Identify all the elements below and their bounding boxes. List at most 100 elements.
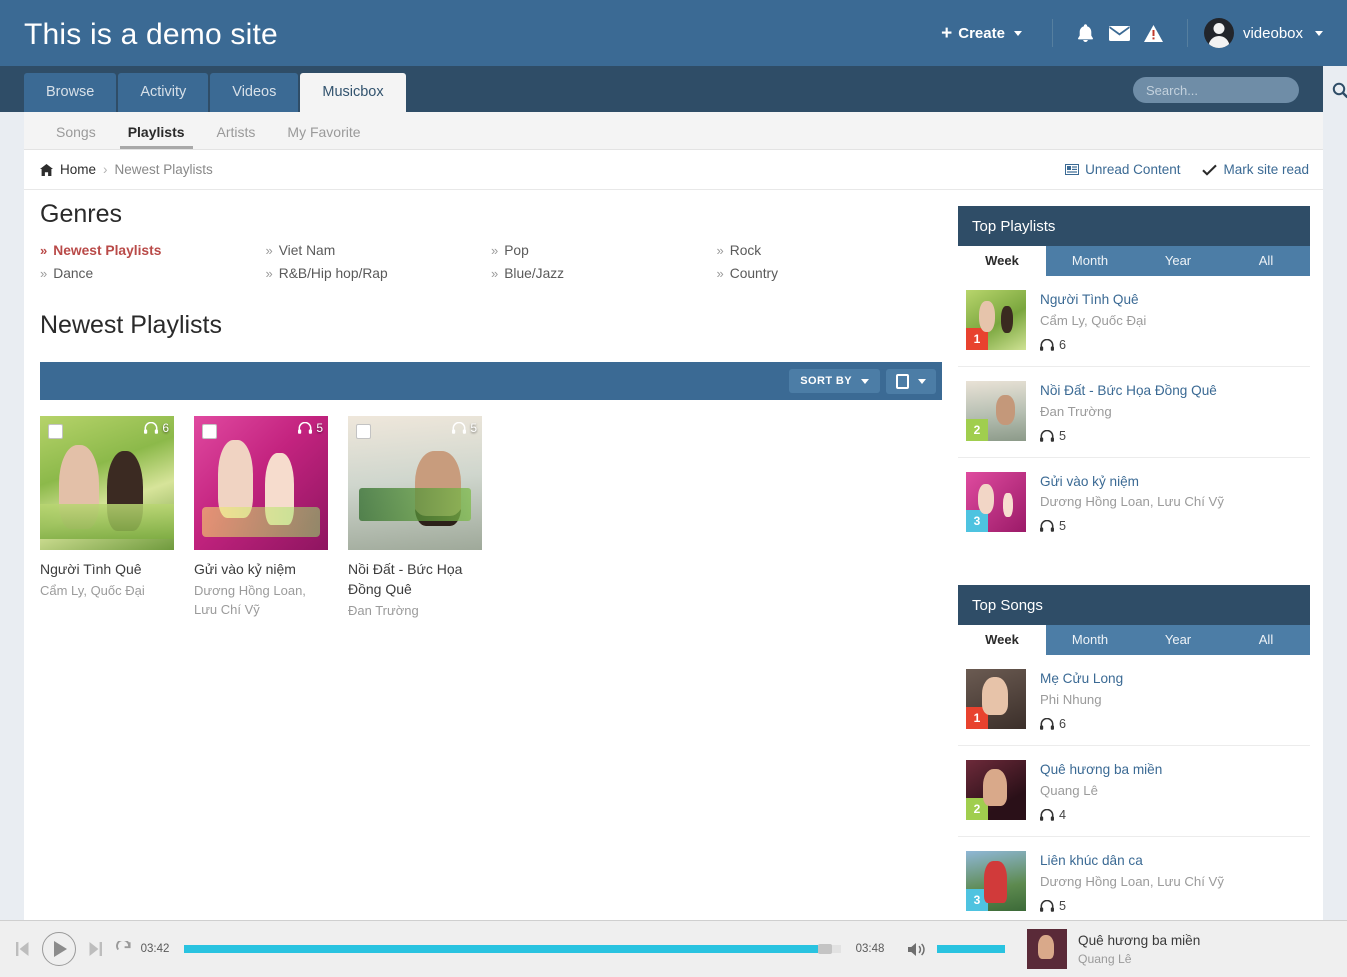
playlist-thumbnail[interactable]: 2	[966, 381, 1026, 441]
warning-icon[interactable]	[1137, 18, 1171, 48]
genre-blue-jazz[interactable]: » Blue/Jazz	[491, 266, 717, 281]
subtab-songs[interactable]: Songs	[40, 124, 112, 149]
breadcrumb-home[interactable]: Home	[60, 162, 96, 177]
play-icon[interactable]	[42, 932, 76, 966]
create-button[interactable]: + Create	[941, 24, 1036, 43]
volume-slider[interactable]	[937, 945, 1005, 953]
playlist-title[interactable]: Gửi vào kỷ niệm	[194, 560, 328, 580]
tab-week[interactable]: Week	[958, 625, 1046, 655]
play-count: 6	[1059, 717, 1066, 731]
now-playing-thumbnail	[1027, 929, 1067, 969]
genre-label: Rock	[730, 243, 761, 258]
play-count-badge: 6	[1040, 338, 1146, 352]
playlist-card[interactable]: 5 Gửi vào kỷ niệm Dương Hồng Loan, Lưu C…	[194, 416, 328, 621]
genre-country[interactable]: » Country	[717, 266, 943, 281]
play-count: 4	[1059, 808, 1066, 822]
subtab-artists[interactable]: Artists	[201, 124, 272, 149]
song-thumbnail[interactable]: 1	[966, 669, 1026, 729]
list-item[interactable]: 1 Người Tình Quê Cẩm Ly, Quốc Đại 6	[958, 276, 1310, 367]
search-input[interactable]	[1133, 83, 1332, 98]
song-title[interactable]: Quê hương ba miền	[1040, 761, 1162, 779]
song-title[interactable]: Mẹ Cửu Long	[1040, 670, 1123, 688]
select-checkbox[interactable]	[202, 424, 217, 439]
playlist-title[interactable]: Nồi Đất - Bức Họa Đồng Quê	[1040, 382, 1217, 400]
prev-icon[interactable]	[16, 942, 29, 956]
angle-icon: »	[40, 266, 47, 281]
playlist-card[interactable]: 5 Nồi Đất - Bức Họa Đồng Quê Đan Trường	[348, 416, 482, 621]
playlist-thumbnail[interactable]: 5	[194, 416, 328, 550]
list-item[interactable]: 2 Nồi Đất - Bức Họa Đồng Quê Đan Trường …	[958, 367, 1310, 458]
user-menu[interactable]: videobox	[1204, 18, 1323, 48]
list-item-info: Mẹ Cửu Long Phi Nhung 6	[1040, 669, 1123, 731]
playlist-thumbnail[interactable]: 3	[966, 472, 1026, 532]
seek-handle[interactable]	[818, 944, 832, 954]
playlist-artist: Đan Trường	[1040, 403, 1217, 420]
select-checkbox[interactable]	[356, 424, 371, 439]
repeat-icon[interactable]	[115, 941, 132, 958]
playlist-thumbnail[interactable]: 1	[966, 290, 1026, 350]
play-count-badge: 6	[144, 421, 169, 435]
app-root: This is a demo site + Create videobox	[0, 0, 1347, 977]
genre-newest-playlists[interactable]: » Newest Playlists	[40, 243, 266, 258]
playlist-card-grid: 6 Người Tình Quê Cẩm Ly, Quốc Đại 5 Gửi …	[40, 400, 942, 621]
next-icon[interactable]	[89, 942, 102, 956]
list-item[interactable]: 2 Quê hương ba miền Quang Lê 4	[958, 746, 1310, 837]
angle-icon: »	[717, 243, 724, 258]
playlist-card[interactable]: 6 Người Tình Quê Cẩm Ly, Quốc Đại	[40, 416, 174, 621]
playlist-title[interactable]: Người Tình Quê	[1040, 291, 1146, 309]
tab-all[interactable]: All	[1222, 625, 1310, 655]
panel-title: Top Playlists	[958, 206, 1310, 246]
genre-rnb-hiphop-rap[interactable]: » R&B/Hip hop/Rap	[266, 266, 492, 281]
top-playlists-tabs: Week Month Year All	[958, 246, 1310, 276]
tab-week[interactable]: Week	[958, 246, 1046, 276]
genre-label: Dance	[53, 266, 93, 281]
rank-badge: 1	[966, 328, 988, 350]
headphones-icon	[1040, 809, 1054, 821]
search-icon[interactable]	[1332, 77, 1347, 103]
tab-videos[interactable]: Videos	[210, 73, 298, 112]
tab-month[interactable]: Month	[1046, 625, 1134, 655]
headphones-icon	[1040, 900, 1054, 912]
sub-navigation: Songs Playlists Artists My Favorite	[24, 112, 1323, 150]
song-artist: Dương Hồng Loan, Lưu Chí Vỹ	[1040, 873, 1224, 890]
tab-year[interactable]: Year	[1134, 246, 1222, 276]
playlist-thumbnail[interactable]: 6	[40, 416, 174, 550]
sort-by-button[interactable]: SORT BY	[789, 369, 880, 393]
tab-month[interactable]: Month	[1046, 246, 1134, 276]
playlist-title[interactable]: Nồi Đất - Bức Họa Đồng Quê	[348, 560, 482, 600]
tab-activity[interactable]: Activity	[118, 73, 208, 112]
subtab-my-favorite[interactable]: My Favorite	[271, 124, 376, 149]
tab-year[interactable]: Year	[1134, 625, 1222, 655]
unread-content-button[interactable]: Unread Content	[1065, 162, 1180, 177]
playlist-title[interactable]: Người Tình Quê	[40, 560, 174, 580]
song-title[interactable]: Liên khúc dân ca	[1040, 852, 1224, 870]
genre-dance[interactable]: » Dance	[40, 266, 266, 281]
list-item[interactable]: 3 Gửi vào kỷ niệm Dương Hồng Loan, Lưu C…	[958, 458, 1310, 548]
headphones-icon	[298, 422, 312, 434]
list-item[interactable]: 1 Mẹ Cửu Long Phi Nhung 6	[958, 655, 1310, 746]
now-playing[interactable]: Quê hương ba miền Quang Lê	[1027, 929, 1347, 969]
angle-icon: »	[266, 266, 273, 281]
divider	[1052, 19, 1053, 47]
genre-pop[interactable]: » Pop	[491, 243, 717, 258]
bell-icon[interactable]	[1069, 18, 1103, 48]
song-thumbnail[interactable]: 2	[966, 760, 1026, 820]
genre-label: R&B/Hip hop/Rap	[279, 266, 388, 281]
song-thumbnail[interactable]: 3	[966, 851, 1026, 911]
genre-rock[interactable]: » Rock	[717, 243, 943, 258]
volume-icon[interactable]	[907, 941, 928, 958]
view-mode-button[interactable]	[886, 369, 936, 394]
playlist-title[interactable]: Gửi vào kỷ niệm	[1040, 473, 1224, 491]
tab-all[interactable]: All	[1222, 246, 1310, 276]
genre-viet-nam[interactable]: » Viet Nam	[266, 243, 492, 258]
mark-site-read-button[interactable]: Mark site read	[1202, 162, 1309, 177]
total-time: 03:48	[847, 943, 893, 955]
subtab-playlists[interactable]: Playlists	[112, 124, 201, 149]
select-checkbox[interactable]	[48, 424, 63, 439]
tab-browse[interactable]: Browse	[24, 73, 116, 112]
envelope-icon[interactable]	[1103, 18, 1137, 48]
playlist-thumbnail[interactable]: 5	[348, 416, 482, 550]
list-item[interactable]: 3 Liên khúc dân ca Dương Hồng Loan, Lưu …	[958, 837, 1310, 928]
seek-slider[interactable]	[184, 945, 841, 953]
tab-musicbox[interactable]: Musicbox	[300, 73, 405, 112]
